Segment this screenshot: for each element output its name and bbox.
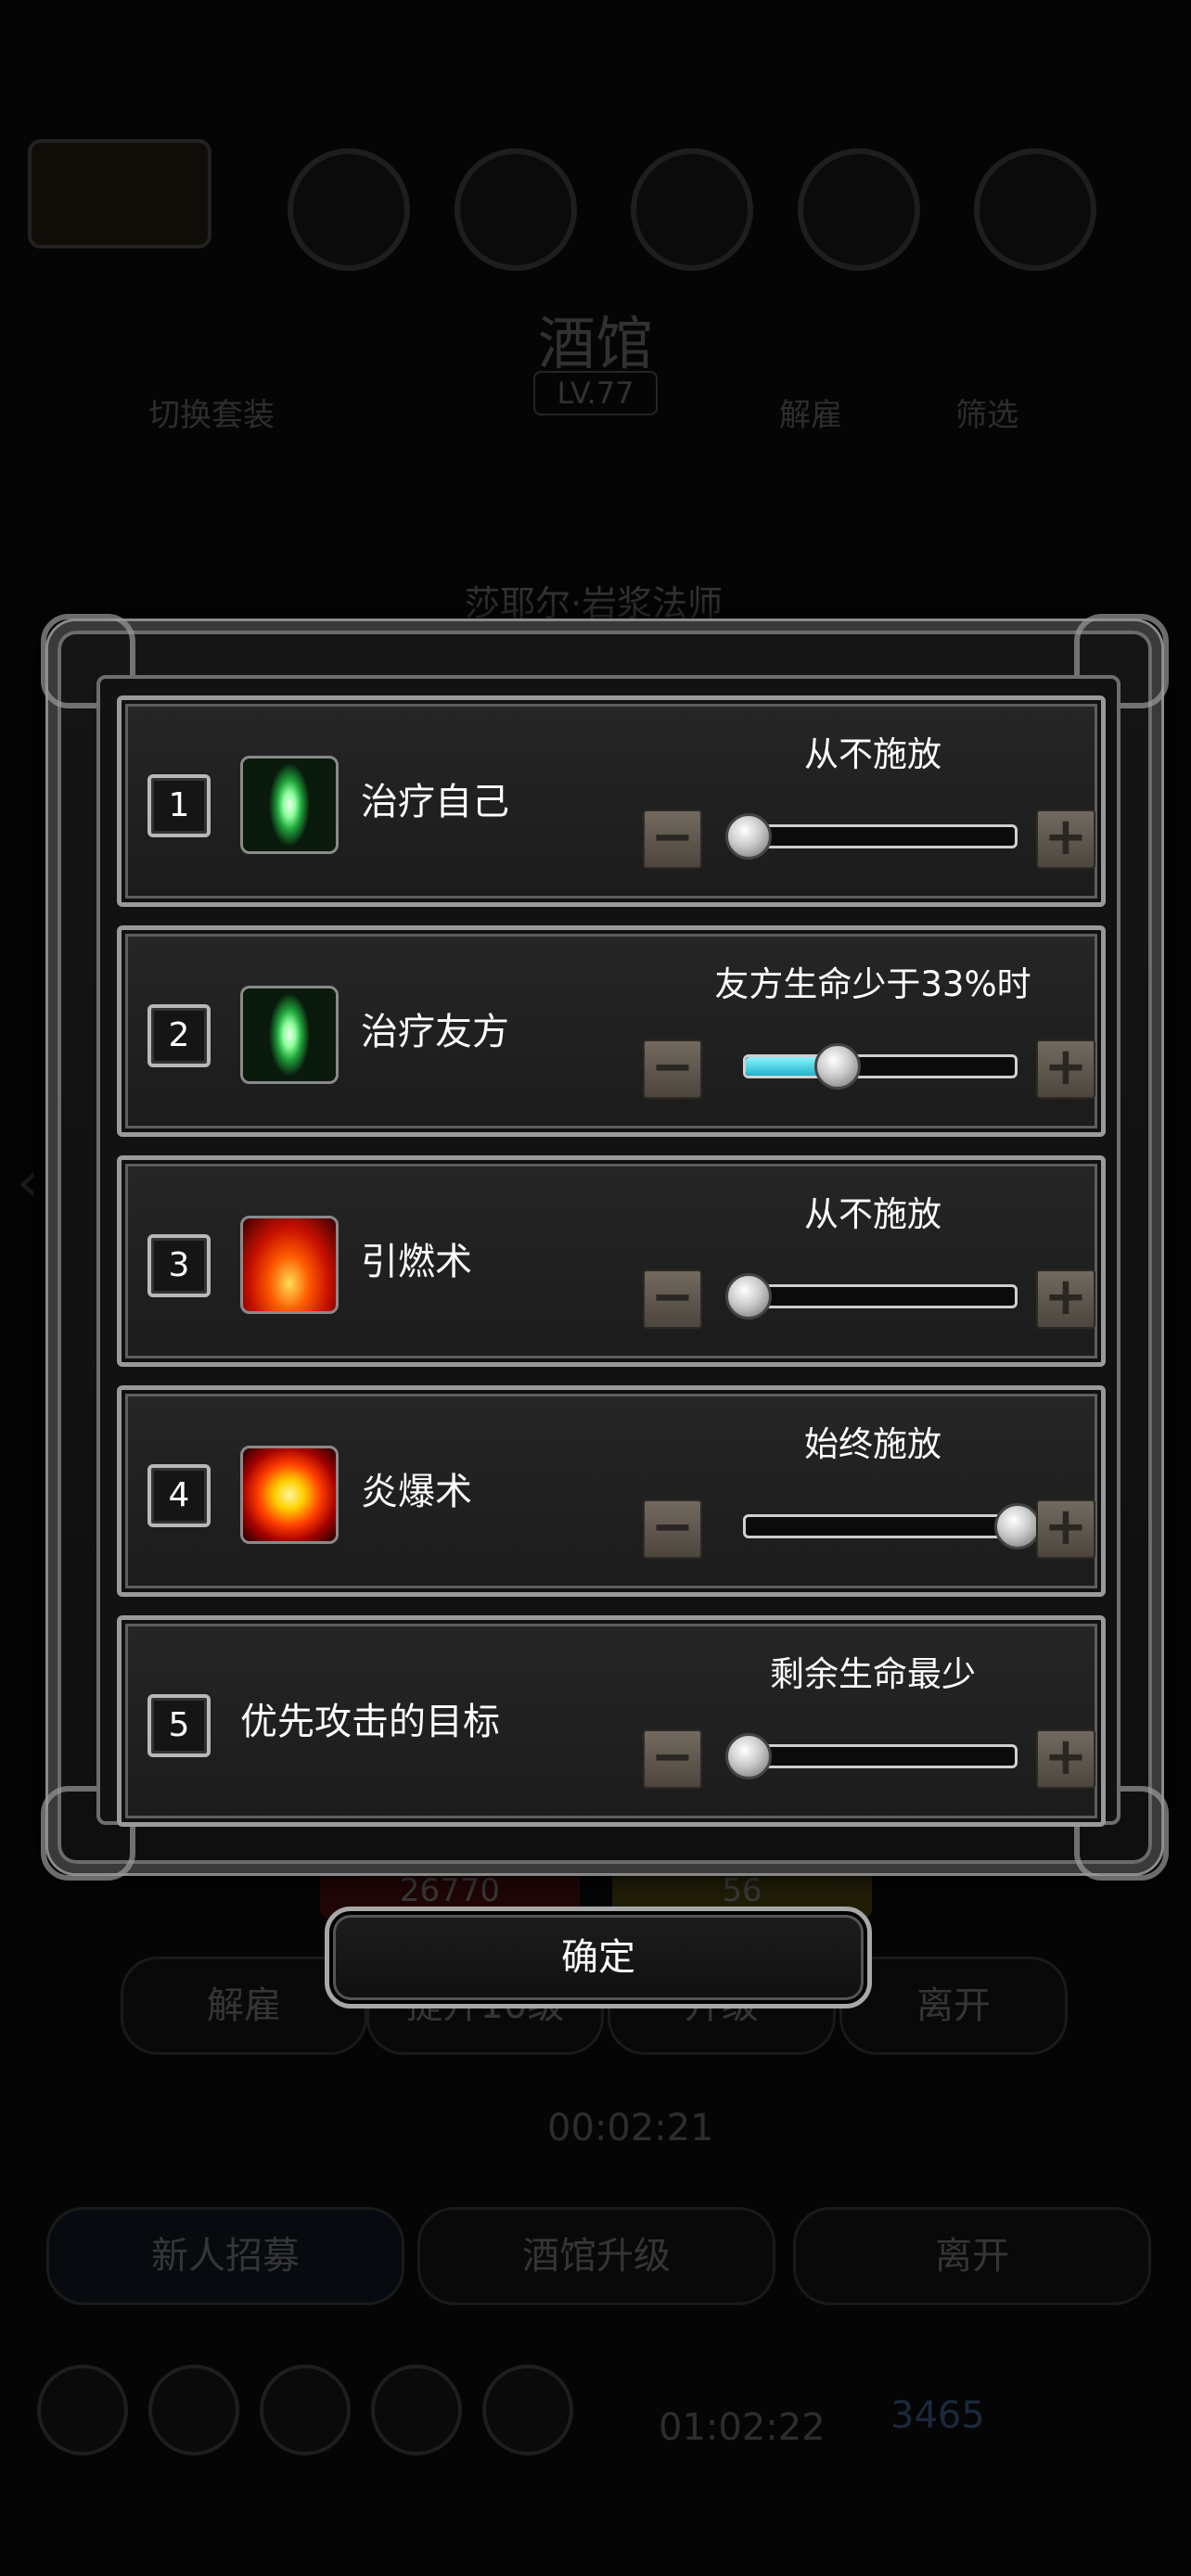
increase-button[interactable]: + [1036,810,1095,869]
increase-button[interactable]: + [1036,1729,1095,1789]
skill-row: 1 治疗自己 从不施放 − + [117,695,1106,907]
skill-name: 治疗自己 [361,781,509,823]
background-nav-icon [288,148,410,271]
cast-condition-label: 从不施放 [804,1194,941,1234]
skill-index: 3 [147,1234,211,1297]
decrease-button[interactable]: − [643,810,702,869]
background-gem-count: 3465 [890,2394,985,2437]
background-menu-icon [482,2365,573,2455]
increase-button[interactable]: + [1036,1269,1095,1329]
background-menu-icon [371,2365,462,2455]
background-tab-fire: 解雇 [779,397,842,434]
background-menu-icon [260,2365,351,2455]
cast-condition-slider[interactable] [725,1733,1018,1779]
skill-name: 优先攻击的目标 [240,1701,500,1743]
background-avatar [28,139,211,249]
cast-condition-label: 剩余生命最少 [770,1654,976,1694]
background-timer-bottom: 01:02:22 [659,2406,826,2449]
background-nav-icon [631,148,753,271]
slider-knob[interactable] [813,1043,861,1090]
heal-crystal-icon [240,986,339,1084]
background-level: LV.77 [533,371,658,415]
slider-knob[interactable] [725,1733,772,1779]
background-tab-outfit: 切换套装 [148,397,275,434]
background-tab-filter: 筛选 [955,397,1018,434]
confirm-button[interactable]: 确定 [325,1906,872,2009]
decrease-button[interactable]: − [643,1499,702,1559]
background-recruit-button: 新人招募 [46,2207,404,2305]
cast-condition-label: 从不施放 [804,734,941,774]
background-tavern-upgrade-button: 酒馆升级 [417,2207,775,2305]
skill-name: 治疗友方 [361,1011,509,1053]
background-nav-icon [974,148,1096,271]
ignite-fire-icon [240,1216,339,1314]
pyroblast-icon [240,1446,339,1544]
cast-condition-label: 友方生命少于33%时 [714,964,1031,1004]
decrease-button[interactable]: − [643,1039,702,1099]
background-leave2-button: 离开 [793,2207,1151,2305]
background-hero-name: 莎耶尔·岩浆法师 [464,583,724,624]
background-timer: 00:02:21 [547,2107,714,2149]
skill-name: 引燃术 [361,1241,472,1283]
decrease-button[interactable]: − [643,1729,702,1789]
skill-row: 3 引燃术 从不施放 − + [117,1155,1106,1367]
skill-name: 炎爆术 [361,1471,472,1513]
slider-knob[interactable] [725,1273,772,1320]
skill-strategy-dialog: 1 治疗自己 从不施放 − + 2 治疗友方 友方生命少于33%时 − + 3 … [41,614,1169,1881]
slider-knob[interactable] [725,813,772,860]
cast-condition-slider[interactable] [725,813,1018,860]
cast-condition-slider[interactable] [743,1503,1041,1549]
cast-condition-slider[interactable] [743,1043,1018,1090]
skill-index: 5 [147,1694,211,1757]
background-menu-icon [37,2365,128,2455]
background-left-arrow-icon: ‹ [17,1150,39,1215]
background-leave-button: 离开 [839,1957,1068,2055]
increase-button[interactable]: + [1036,1499,1095,1559]
skill-index: 4 [147,1464,211,1527]
background-nav-icon [798,148,920,271]
cast-condition-slider[interactable] [725,1273,1018,1320]
cast-condition-label: 始终施放 [804,1424,941,1464]
background-menu-icon [148,2365,239,2455]
background-title: 酒馆 [537,310,653,377]
increase-button[interactable]: + [1036,1039,1095,1099]
heal-crystal-icon [240,756,339,854]
skill-index: 2 [147,1004,211,1067]
skill-row: 4 炎爆术 始终施放 − + [117,1385,1106,1597]
background-nav-icon [455,148,577,271]
decrease-button[interactable]: − [643,1269,702,1329]
skill-index: 1 [147,774,211,837]
skill-row: 2 治疗友方 友方生命少于33%时 − + [117,925,1106,1137]
skill-list: 1 治疗自己 从不施放 − + 2 治疗友方 友方生命少于33%时 − + 3 … [96,675,1121,1827]
target-priority-row: 5 优先攻击的目标 剩余生命最少 − + [117,1615,1106,1827]
slider-knob[interactable] [994,1503,1041,1549]
